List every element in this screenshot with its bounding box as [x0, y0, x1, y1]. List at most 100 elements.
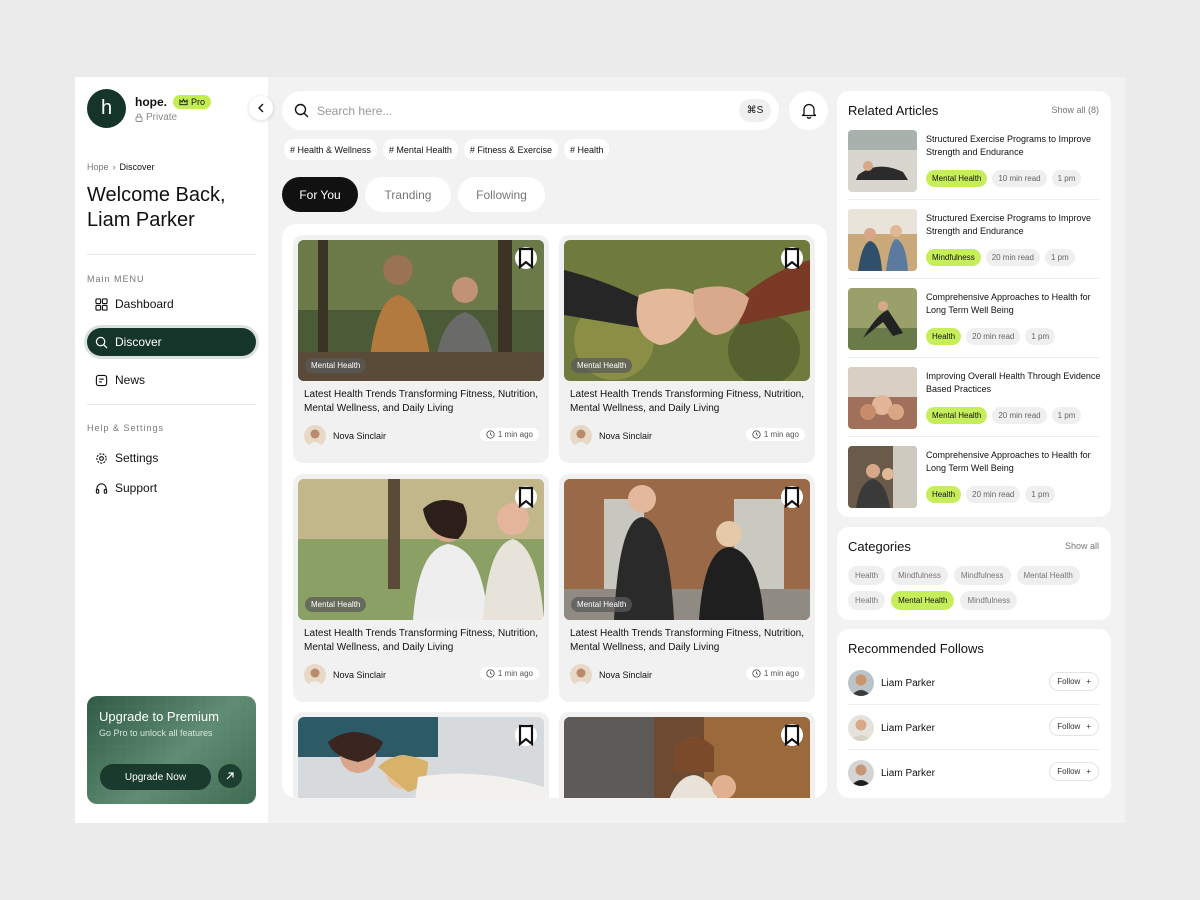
article-item[interactable]: Structured Exercise Programs to Improve … [848, 209, 1099, 273]
bookmark-button[interactable] [781, 247, 803, 269]
sidebar-item-settings[interactable]: Settings [87, 444, 256, 472]
privacy-status: Private [135, 112, 211, 123]
article-thumbnail [848, 130, 917, 192]
related-articles-title: Related Articles [848, 103, 939, 118]
upgrade-subtitle: Go Pro to unlock all features [99, 728, 213, 738]
tab-following[interactable]: Following [458, 177, 545, 212]
bookmark-button[interactable] [781, 724, 803, 746]
chevron-right-icon: › [112, 162, 116, 172]
post-card[interactable] [559, 712, 815, 798]
article-read-time: 20 min read [992, 407, 1047, 424]
post-title[interactable]: Latest Health Trends Transforming Fitnes… [570, 388, 805, 416]
headset-icon [95, 482, 108, 494]
bookmark-button[interactable] [515, 486, 537, 508]
collapse-sidebar-button[interactable] [249, 96, 273, 120]
post-title[interactable]: Latest Health Trends Transforming Fitnes… [304, 388, 539, 416]
article-item[interactable]: Structured Exercise Programs to Improve … [848, 130, 1099, 194]
tab-tranding[interactable]: Tranding [365, 177, 451, 212]
search-icon [95, 336, 108, 348]
follow-button[interactable]: Follow + [1049, 672, 1099, 691]
avatar [570, 664, 592, 686]
tag-mental-health[interactable]: # Mental Health [382, 139, 458, 160]
upgrade-arrow-button[interactable] [218, 764, 242, 788]
article-tag[interactable]: Mental Health [926, 170, 988, 187]
breadcrumb: Hope › Discover [87, 162, 155, 172]
article-tag[interactable]: Health [926, 486, 962, 503]
tag-health-wellness[interactable]: # Health & Wellness [284, 139, 377, 160]
follow-name[interactable]: Liam Parker [881, 723, 935, 734]
divider [87, 404, 256, 405]
avatar [304, 425, 326, 447]
upgrade-now-button[interactable]: Upgrade Now [100, 764, 211, 790]
article-item[interactable]: Comprehensive Approaches to Health for L… [848, 288, 1099, 352]
article-tag[interactable]: Mental Health [926, 407, 988, 424]
post-image: Mental Health [564, 240, 810, 381]
related-show-all-link[interactable]: Show all (8) [1051, 105, 1099, 115]
tab-for-you[interactable]: For You [282, 177, 358, 212]
category-chip[interactable]: Mindfulness [953, 566, 1011, 585]
article-tag[interactable]: Health [926, 328, 962, 345]
bookmark-button[interactable] [515, 247, 537, 269]
sidebar-item-news[interactable]: News [87, 366, 256, 394]
article-title: Structured Exercise Programs to Improve … [926, 134, 1092, 157]
search-bar: ⌘S [282, 91, 779, 130]
article-time: 1 pm [1025, 328, 1056, 345]
feed-grid: Mental Health Latest Health Trends Trans… [282, 224, 827, 798]
article-item[interactable]: Comprehensive Approaches to Health for L… [848, 446, 1099, 510]
post-card[interactable]: Mental Health Latest Health Trends Trans… [293, 474, 549, 702]
category-chip[interactable]: Health [848, 591, 886, 610]
categories-show-all-link[interactable]: Show all [1065, 541, 1099, 551]
upgrade-card: Upgrade to Premium Go Pro to unlock all … [87, 696, 256, 804]
news-icon [95, 374, 108, 386]
breadcrumb-root[interactable]: Hope [87, 162, 109, 172]
post-title[interactable]: Latest Health Trends Transforming Fitnes… [304, 627, 539, 655]
sidebar-item-discover[interactable]: Discover [87, 328, 256, 356]
post-author[interactable]: Nova Sinclair [304, 664, 386, 686]
sidebar-item-support[interactable]: Support [87, 474, 256, 502]
pro-badge: Pro [173, 94, 212, 109]
article-title: Comprehensive Approaches to Health for L… [926, 292, 1091, 315]
brand-name: hope. [135, 94, 167, 109]
plus-icon: + [1086, 767, 1091, 776]
post-time: 1 min ago [745, 667, 805, 680]
related-articles-panel: Related Articles Show all (8) Structured… [837, 91, 1111, 517]
post-author[interactable]: Nova Sinclair [570, 664, 652, 686]
bookmark-icon [518, 724, 534, 746]
post-author[interactable]: Nova Sinclair [304, 425, 386, 447]
bookmark-button[interactable] [781, 486, 803, 508]
divider [848, 436, 1099, 437]
post-card[interactable]: Mental Health Latest Health Trends Trans… [559, 235, 815, 463]
avatar [570, 425, 592, 447]
follow-button[interactable]: Follow + [1049, 762, 1099, 781]
follow-name[interactable]: Liam Parker [881, 678, 935, 689]
category-chip[interactable]: Mental Health [1016, 566, 1080, 585]
post-card[interactable]: Mental Health Latest Health Trends Trans… [559, 474, 815, 702]
category-chip[interactable]: Health [848, 566, 886, 585]
article-read-time: 20 min read [985, 249, 1040, 266]
post-card[interactable] [293, 712, 549, 798]
post-card[interactable]: Mental Health Latest Health Trends Trans… [293, 235, 549, 463]
follow-button[interactable]: Follow + [1049, 717, 1099, 736]
sidebar-item-dashboard[interactable]: Dashboard [87, 290, 256, 318]
logo: h [87, 89, 126, 128]
notifications-button[interactable] [789, 91, 828, 130]
divider [848, 357, 1099, 358]
grid-icon [95, 297, 108, 311]
follow-name[interactable]: Liam Parker [881, 768, 935, 779]
category-chip-active[interactable]: Mental Health [891, 591, 955, 610]
bookmark-button[interactable] [515, 724, 537, 746]
category-badge: Mental Health [305, 358, 367, 373]
bookmark-icon [784, 247, 800, 269]
category-chip[interactable]: Mindfulness [960, 591, 1018, 610]
category-chip[interactable]: Mindfulness [891, 566, 948, 585]
post-title[interactable]: Latest Health Trends Transforming Fitnes… [570, 627, 805, 655]
article-tag[interactable]: Mindfulness [926, 249, 981, 266]
help-settings-label: Help & Settings [87, 423, 165, 433]
search-input[interactable] [317, 103, 717, 118]
tag-fitness-exercise[interactable]: # Fitness & Exercise [463, 139, 558, 160]
post-author[interactable]: Nova Sinclair [570, 425, 652, 447]
article-title: Structured Exercise Programs to Improve … [926, 213, 1092, 236]
article-item[interactable]: Improving Overall Health Through Evidenc… [848, 367, 1100, 431]
divider [848, 278, 1099, 279]
tag-health[interactable]: # Health [563, 139, 610, 160]
